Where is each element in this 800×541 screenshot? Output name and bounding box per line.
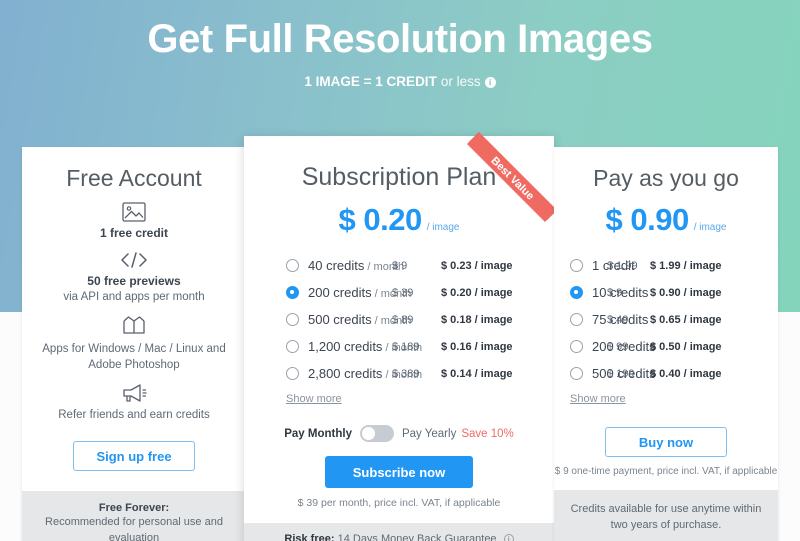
subscription-footer-line-strong: Risk free:	[284, 533, 338, 541]
option-radio[interactable]	[570, 340, 583, 353]
feature-free-previews-sub: via API and apps per month	[63, 291, 205, 303]
option-radio[interactable]	[286, 367, 299, 380]
payg-price-row: $ 0.90/ image	[554, 202, 778, 238]
payg-fineprint: $ 9 one-time payment, price incl. VAT, i…	[554, 466, 778, 477]
hero-subtitle: 1 IMAGE = 1 CREDIT or less i	[0, 74, 800, 89]
option-unit-price: $ 0.18 / image	[441, 313, 513, 326]
option-radio[interactable]	[570, 286, 583, 299]
payg-card-footer-text: Credits available for use anytime within…	[570, 503, 762, 531]
free-card-title: Free Account	[66, 165, 202, 191]
option-row[interactable]: 200 credits $ 99 $ 0.50 / image	[554, 333, 778, 360]
option-price: $ 39	[392, 286, 414, 299]
option-unit-price: $ 0.50 / image	[650, 340, 722, 353]
payg-card-footer: Credits available for use anytime within…	[554, 490, 778, 541]
toggle-save-badge: Save 10%	[461, 427, 514, 440]
option-price: $ 199	[607, 367, 635, 380]
option-row[interactable]: 1 credit $ 1.99 $ 1.99 / image	[554, 252, 778, 279]
option-row[interactable]: 1,200 credits / month $ 189 $ 0.16 / image	[244, 333, 554, 360]
subscription-footer-line-text: 14 Days Money Back Guarantee	[337, 533, 500, 541]
option-price: $ 9	[392, 259, 408, 272]
payg-show-more-link[interactable]: Show more	[570, 393, 778, 405]
toggle-label-monthly: Pay Monthly	[284, 427, 352, 440]
box-icon	[123, 316, 145, 334]
option-row[interactable]: 2,800 credits / month $ 389 $ 0.14 / image	[244, 360, 554, 387]
sign-up-free-button[interactable]: Sign up free	[73, 441, 195, 471]
free-card-footer-strong: Free Forever:	[98, 502, 170, 514]
pay-as-you-go-card: Pay as you go $ 0.90/ image 1 credit $ 1.…	[554, 147, 778, 541]
option-row[interactable]: 75 credits $ 49 $ 0.65 / image	[554, 306, 778, 333]
option-price: $ 49	[607, 313, 629, 326]
option-row[interactable]: 10 credits $ 9 $ 0.90 / image	[554, 279, 778, 306]
subscription-plan-card: Best Value Subscription Plan $ 0.20/ ima…	[244, 132, 557, 541]
subscription-card-title: Subscription Plan	[301, 163, 497, 191]
feature-refer-sub: Refer friends and earn credits	[58, 409, 210, 421]
feature-free-credit: 1 free credit	[22, 202, 246, 240]
payg-options-list: 1 credit $ 1.99 $ 1.99 / image 10 credits $ …	[554, 252, 778, 387]
free-card-footer-text: Recommended for personal use and evaluat…	[45, 516, 223, 541]
option-radio[interactable]	[570, 367, 583, 380]
free-card-footer: Free Forever: Recommended for personal u…	[22, 491, 246, 541]
option-price: $ 99	[607, 340, 629, 353]
option-unit-price: $ 0.23 / image	[441, 259, 513, 272]
option-unit-price: $ 0.40 / image	[650, 367, 722, 380]
megaphone-icon	[123, 384, 147, 402]
subscription-price-row: $ 0.20/ image	[244, 202, 554, 238]
subscription-price: $ 0.20	[338, 202, 423, 237]
option-row[interactable]: 40 credits / month $ 9 $ 0.23 / image	[244, 252, 554, 279]
payg-price-unit: / image	[693, 222, 727, 233]
option-unit-price: $ 0.16 / image	[441, 340, 513, 353]
option-row[interactable]: 200 credits / month $ 39 $ 0.20 / image	[244, 279, 554, 306]
subscribe-now-button[interactable]: Subscribe now	[325, 456, 473, 488]
page-title: Get Full Resolution Images	[147, 17, 653, 61]
option-price: $ 9	[607, 286, 623, 299]
billing-period-toggle-row: Pay Monthly Pay Yearly Save 10%	[244, 425, 554, 442]
image-icon	[122, 202, 146, 222]
option-price: $ 1.99	[607, 259, 638, 272]
option-row[interactable]: 500 credits $ 199 $ 0.40 / image	[554, 360, 778, 387]
option-radio[interactable]	[286, 286, 299, 299]
toggle-label-yearly: Pay Yearly	[401, 427, 457, 440]
payg-price: $ 0.90	[605, 202, 690, 237]
free-account-card: Free Account 1 free credit 50 free previ	[22, 147, 246, 541]
code-icon	[121, 252, 147, 268]
subscription-card-footer: Risk free: 14 Days Money Back Guarantee …	[244, 523, 554, 541]
option-radio[interactable]	[286, 259, 299, 272]
option-price: $ 189	[392, 340, 420, 353]
option-unit-price: $ 0.20 / image	[441, 286, 513, 299]
option-label: 40 credits / month	[308, 258, 405, 273]
buy-now-button[interactable]: Buy now	[605, 427, 727, 457]
feature-free-credit-label: 1 free credit	[99, 226, 169, 240]
subscription-price-unit: / image	[426, 222, 460, 233]
subscription-footer-line: Risk free: 14 Days Money Back Guarantee …	[252, 532, 546, 541]
feature-free-previews: 50 free previews via API and apps per mo…	[22, 250, 246, 305]
info-icon[interactable]: i	[484, 77, 496, 88]
option-unit-price: $ 0.90 / image	[650, 286, 722, 299]
option-unit-price: $ 1.99 / image	[650, 259, 722, 272]
pricing-page: Get Full Resolution Images 1 IMAGE = 1 C…	[0, 0, 800, 541]
option-radio[interactable]	[570, 259, 583, 272]
option-price: $ 89	[392, 313, 414, 326]
subscription-show-more-link[interactable]: Show more	[286, 393, 554, 405]
feature-refer: Refer friends and earn credits	[22, 383, 246, 423]
option-unit-price: $ 0.65 / image	[650, 313, 722, 326]
feature-free-previews-label: 50 free previews	[87, 274, 181, 288]
option-row[interactable]: 500 credits / month $ 89 $ 0.18 / image	[244, 306, 554, 333]
info-icon[interactable]: i	[503, 534, 514, 541]
subscription-options-list: 40 credits / month $ 9 $ 0.23 / image 200 c…	[244, 252, 554, 387]
subscription-fineprint: $ 39 per month, price incl. VAT, if appl…	[297, 497, 501, 509]
hero-subtitle-light: or less	[440, 74, 481, 89]
option-radio[interactable]	[570, 313, 583, 326]
billing-period-switch[interactable]	[359, 425, 394, 442]
payg-card-title: Pay as you go	[593, 165, 739, 191]
option-unit-price: $ 0.14 / image	[441, 367, 513, 380]
feature-apps-sub: Apps for Windows / Mac / Linux and Adobe…	[42, 343, 226, 371]
option-price: $ 389	[392, 367, 420, 380]
feature-apps: Apps for Windows / Mac / Linux and Adobe…	[22, 315, 246, 373]
option-radio[interactable]	[286, 340, 299, 353]
option-radio[interactable]	[286, 313, 299, 326]
hero-subtitle-strong: 1 IMAGE = 1 CREDIT	[304, 74, 437, 89]
